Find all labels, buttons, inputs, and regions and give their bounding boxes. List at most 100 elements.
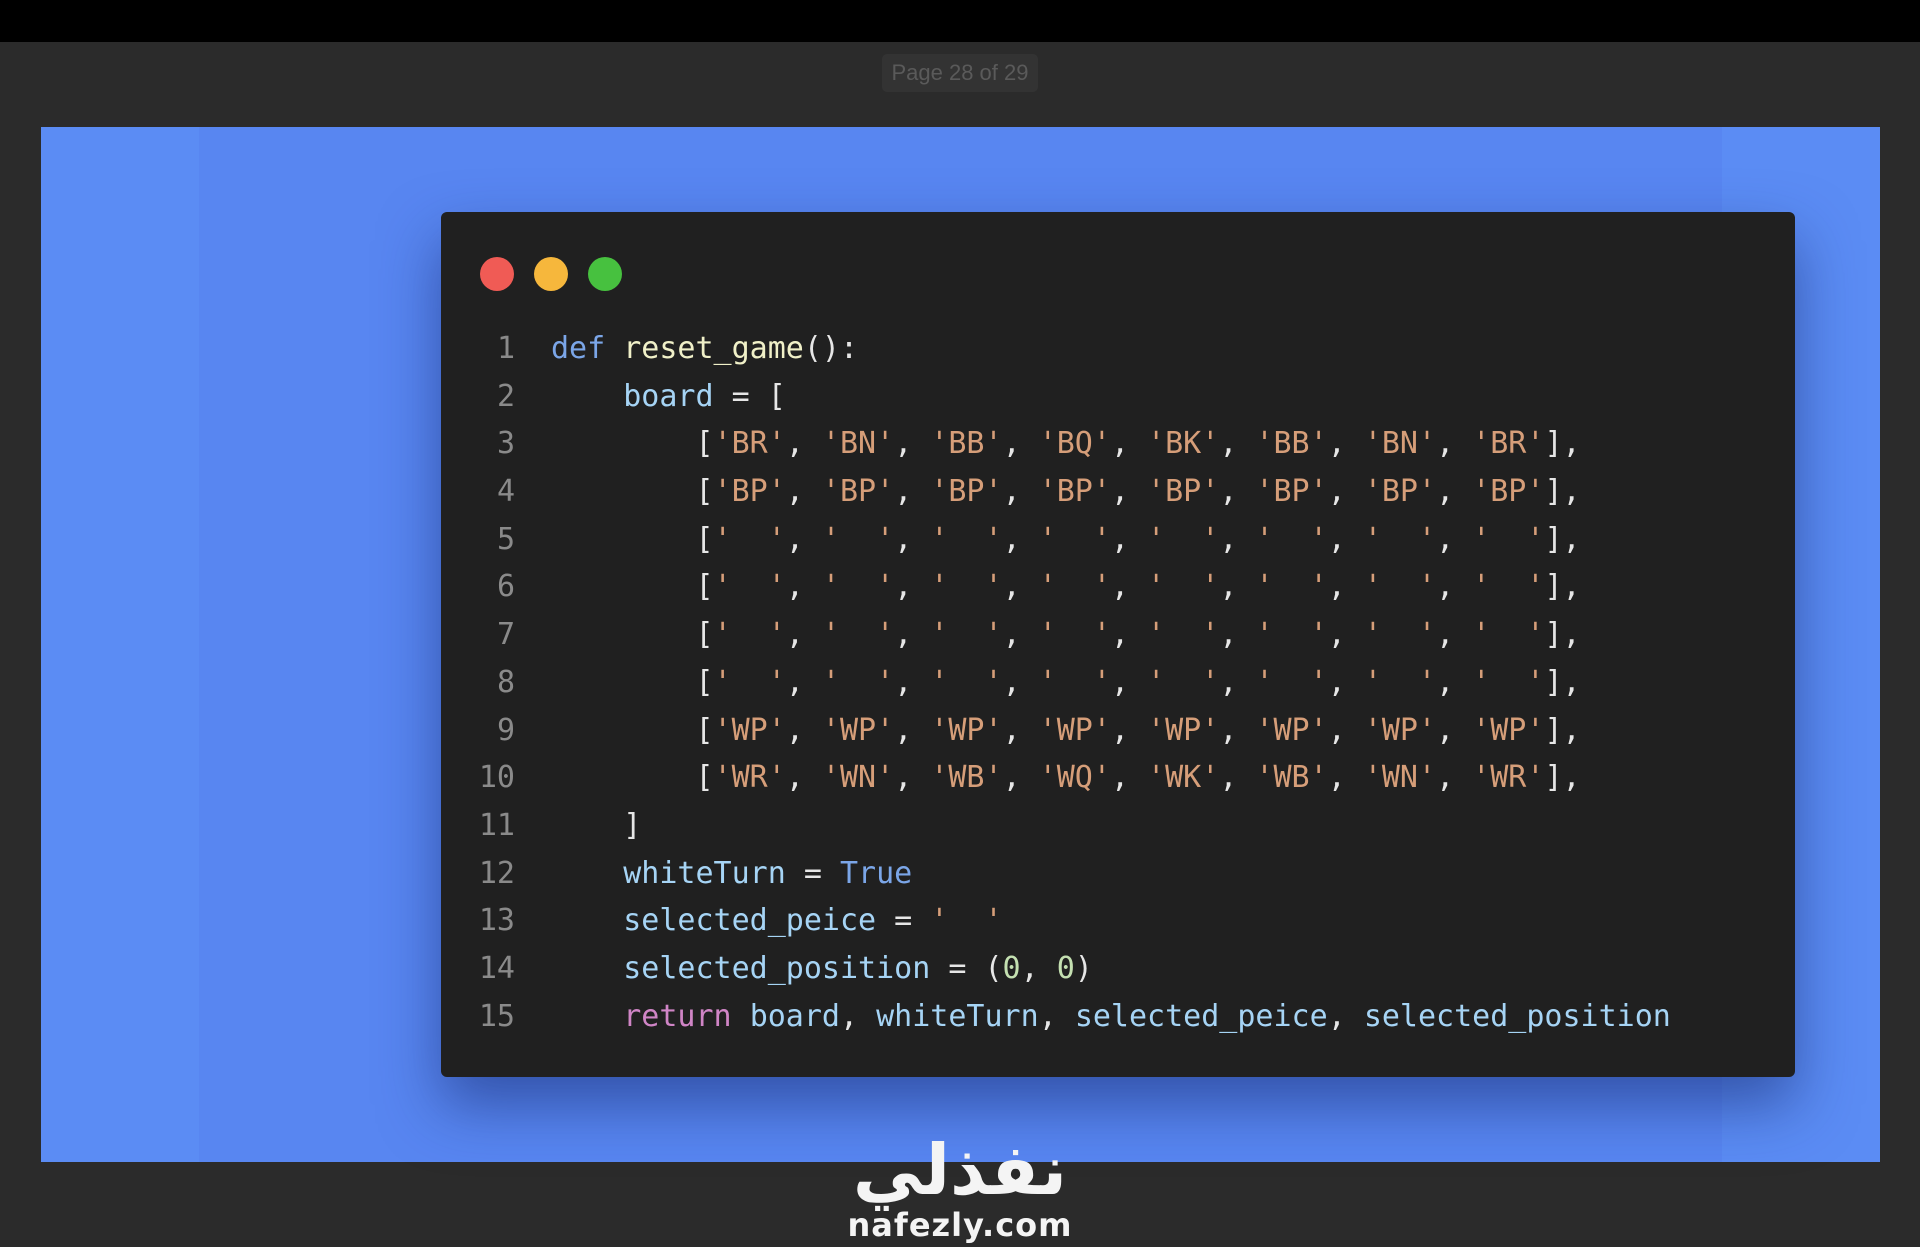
code-token: True: [840, 855, 913, 891]
code-window: 1 def reset_game(): 2 board = [3 ['BR', 'B…: [441, 212, 1795, 1077]
code-block: 1 def reset_game(): 2 board = [3 ['BR', 'B…: [441, 325, 1795, 1040]
line-number: 10: [478, 760, 515, 796]
code-token: [: [551, 760, 714, 796]
line-number: 13: [478, 903, 515, 939]
code-token: ],: [1544, 474, 1581, 510]
code-token: 'WB': [1255, 760, 1328, 796]
code-token: 'WP': [1255, 712, 1328, 748]
code-token: ]: [551, 807, 642, 843]
code-token: ,: [1110, 617, 1148, 653]
code-token: 'WP': [821, 712, 895, 748]
code-token: ,: [1327, 712, 1364, 748]
code-token: 0: [1056, 950, 1075, 986]
code-token: ,: [1327, 760, 1364, 796]
code-token: ,: [1110, 664, 1148, 700]
code-token: ' ': [1255, 569, 1328, 605]
code-token: 0: [1002, 950, 1021, 986]
logo-arabic-text: نفذلي: [852, 1129, 1068, 1211]
code-token: ,: [1219, 569, 1256, 605]
code-token: 'WP': [713, 712, 786, 748]
code-token: ' ': [930, 521, 1003, 557]
code-token: 'WR': [1472, 760, 1545, 796]
code-token: board: [749, 998, 840, 1034]
code-token: ' ': [821, 617, 895, 653]
code-token: ],: [1544, 712, 1581, 748]
code-token: ,: [1219, 474, 1256, 510]
code-token: ,: [1327, 569, 1364, 605]
code-token: [: [551, 617, 714, 653]
code-token: ,: [1002, 474, 1039, 510]
line-number: 14: [478, 950, 515, 986]
code-token: ,: [1002, 426, 1039, 462]
slide-content: 1 def reset_game(): 2 board = [3 ['BR', 'B…: [199, 127, 1795, 1162]
code-token: ,: [1002, 712, 1039, 748]
code-token: ],: [1544, 521, 1581, 557]
code-token: ' ': [1147, 569, 1220, 605]
code-token: ' ': [821, 569, 895, 605]
close-window-dot-icon: [480, 257, 514, 291]
page-indicator: Page 28 of 29: [882, 54, 1038, 92]
code-token: ' ': [713, 617, 786, 653]
code-token: 'WP': [1363, 712, 1437, 748]
code-line: 8 [' ', ' ', ' ', ' ', ' ', ' ', ' ', ' …: [441, 659, 1795, 707]
code-token: selected_peice: [1074, 998, 1328, 1034]
code-token: 'BP': [1038, 474, 1111, 510]
code-token: ' ': [713, 569, 786, 605]
code-token: 'BN': [821, 426, 895, 462]
code-token: ,: [1110, 712, 1148, 748]
code-token: ,: [894, 521, 931, 557]
line-source: ['BR', 'BN', 'BB', 'BQ', 'BK', 'BB', 'BN…: [515, 420, 1580, 468]
code-token: [: [551, 664, 714, 700]
code-token: ,: [1219, 712, 1256, 748]
code-token: 'BP': [1472, 474, 1545, 510]
line-source: ]: [515, 802, 641, 850]
code-token: ,: [1002, 760, 1039, 796]
code-token: ,: [1327, 617, 1364, 653]
line-number: 12: [478, 855, 515, 891]
code-token: ,: [1219, 617, 1256, 653]
code-token: ,: [894, 760, 931, 796]
line-number: 5: [496, 521, 515, 557]
line-source: [' ', ' ', ' ', ' ', ' ', ' ', ' ', ' ']…: [515, 516, 1581, 564]
code-token: ,: [894, 712, 931, 748]
code-token: ' ': [1363, 664, 1437, 700]
code-token: ' ': [1255, 664, 1328, 700]
code-token: ,: [1219, 426, 1256, 462]
code-token: 'BP': [1255, 474, 1328, 510]
code-token: ,: [1219, 521, 1256, 557]
code-line: 2 board = [: [441, 373, 1795, 421]
code-token: 'BB': [930, 426, 1003, 462]
code-token: ,: [1038, 998, 1075, 1034]
code-token: 'WN': [1363, 760, 1437, 796]
code-token: ,: [840, 998, 877, 1034]
code-token: board: [623, 378, 714, 414]
line-source: board = [: [515, 373, 786, 421]
code-token: 'BR': [713, 426, 786, 462]
slide-page: 1 def reset_game(): 2 board = [3 ['BR', 'B…: [41, 127, 1880, 1162]
line-source: def reset_game():: [515, 325, 858, 373]
code-token: [: [551, 474, 714, 510]
code-token: ' ': [1038, 664, 1111, 700]
code-token: ' ': [1363, 617, 1437, 653]
code-token: ,: [1436, 712, 1473, 748]
line-source: ['WR', 'WN', 'WB', 'WQ', 'WK', 'WB', 'WN…: [515, 754, 1580, 802]
code-token: ' ': [1472, 569, 1545, 605]
code-line: 11 ]: [441, 802, 1795, 850]
code-token: ():: [803, 331, 859, 366]
code-token: 'BN': [1363, 426, 1437, 462]
code-token: 'WP': [1038, 712, 1111, 748]
line-source: selected_peice = ' ': [515, 897, 1003, 945]
code-line: 14 selected_position = (0, 0): [441, 945, 1795, 993]
code-token: 'BP': [821, 474, 895, 510]
code-token: 'WR': [713, 760, 786, 796]
code-token: selected_peice: [623, 903, 877, 939]
line-number: 8: [496, 664, 515, 700]
line-source: ['BP', 'BP', 'BP', 'BP', 'BP', 'BP', 'BP…: [515, 468, 1581, 516]
code-line: 13 selected_peice = ' ': [441, 897, 1795, 945]
code-token: ' ': [930, 569, 1003, 605]
code-token: ,: [1327, 521, 1364, 557]
code-token: ' ': [930, 903, 1003, 939]
line-source: ['WP', 'WP', 'WP', 'WP', 'WP', 'WP', 'WP…: [515, 707, 1581, 755]
